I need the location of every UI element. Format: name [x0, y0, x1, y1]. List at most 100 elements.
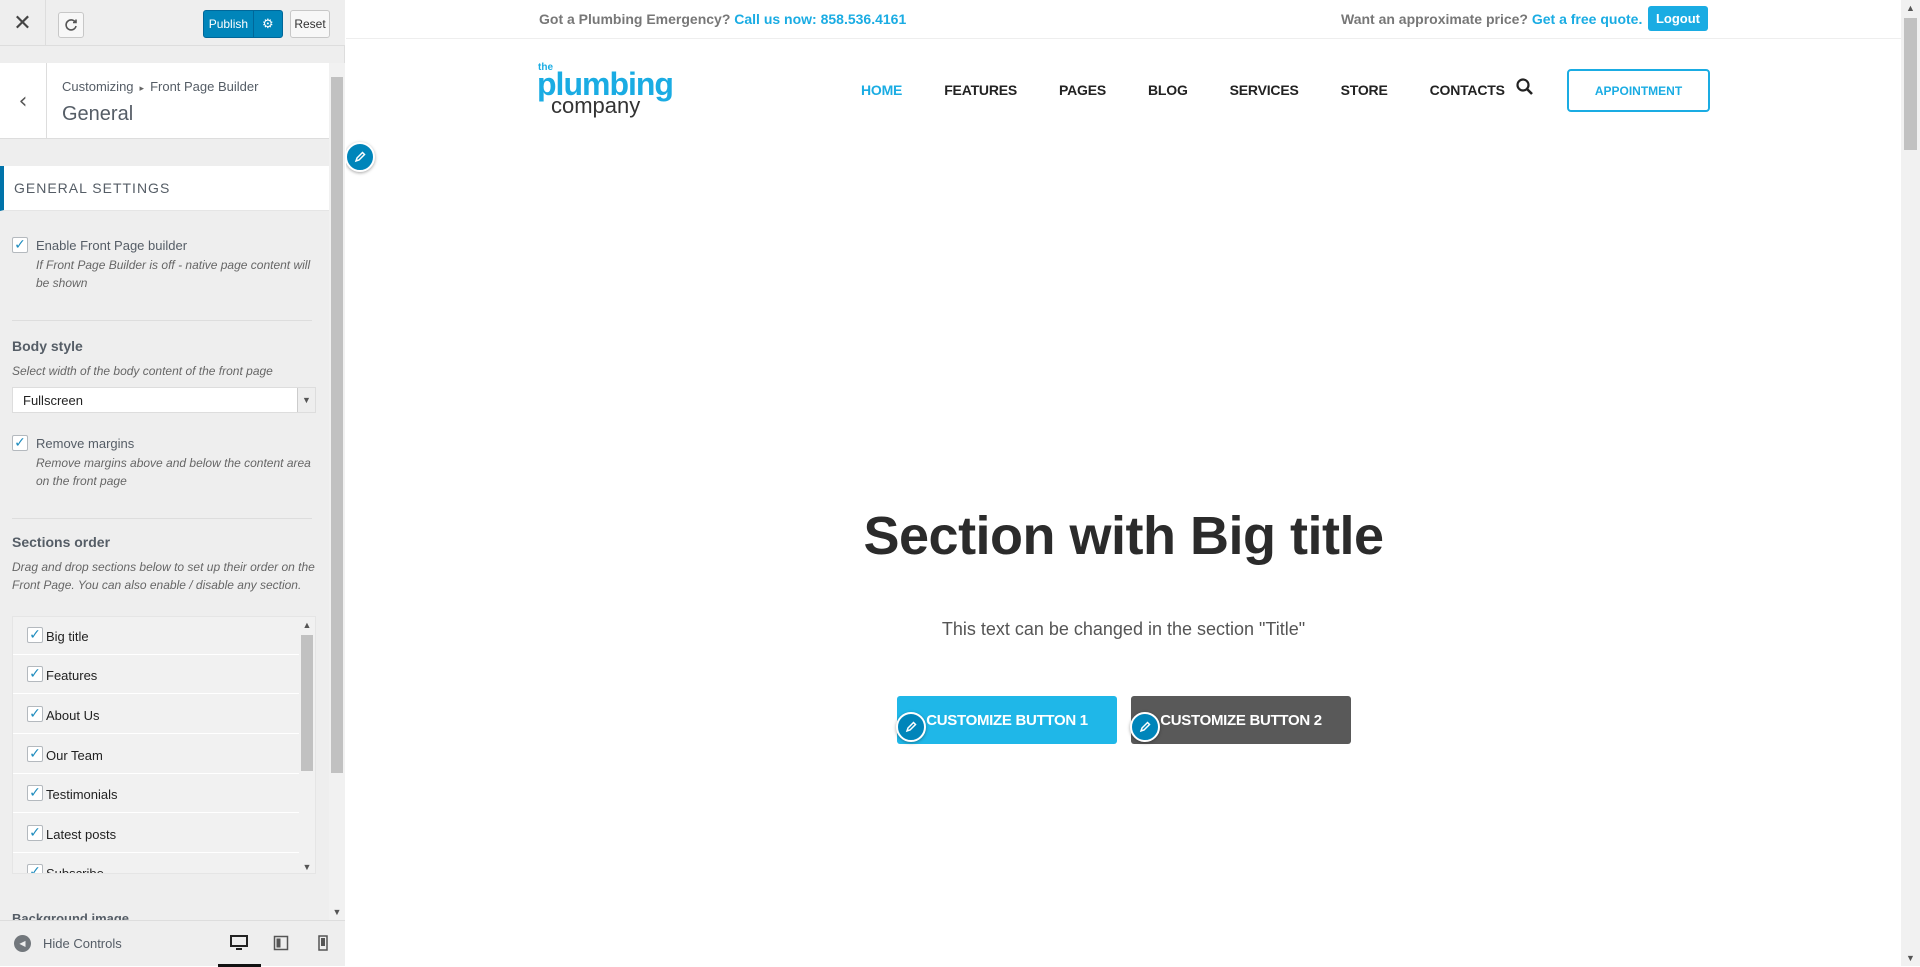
section-title-bar: ‹ Customizing ▸ Front Page Builder General: [0, 63, 329, 139]
tablet-icon[interactable]: [271, 933, 291, 953]
list-item[interactable]: ✓ Big title: [13, 617, 299, 655]
scroll-up-icon[interactable]: ▲: [1901, 0, 1920, 16]
scroll-up-icon[interactable]: ▲: [299, 617, 315, 633]
scroll-down-icon[interactable]: ▼: [329, 904, 345, 920]
quote-info: Want an approximate price? Get a free qu…: [1341, 11, 1642, 27]
refresh-icon[interactable]: [58, 12, 84, 38]
breadcrumb-separator: ▸: [139, 83, 145, 93]
customizer-footer: ◀ Hide Controls: [0, 920, 345, 967]
list-scrollbar-thumb[interactable]: [301, 635, 313, 771]
remove-margins-label: Remove margins: [36, 436, 135, 451]
section-checkbox[interactable]: ✓: [27, 785, 43, 801]
list-item[interactable]: ✓ About Us: [13, 696, 299, 734]
customizer-sidebar: ✕ Publish ⚙ Reset ‹ Customizing ▸ Front Pa…: [0, 0, 345, 967]
nav-contacts[interactable]: CONTACTS: [1430, 82, 1505, 102]
section-checkbox[interactable]: ✓: [27, 864, 43, 873]
reset-button[interactable]: Reset: [290, 10, 330, 38]
top-bar: Got a Plumbing Emergency? Call us now: 8…: [346, 0, 1901, 39]
logo-company: company: [551, 93, 641, 118]
emergency-text: Got a Plumbing Emergency?: [539, 11, 731, 27]
remove-margins-checkbox[interactable]: ✓: [12, 435, 28, 451]
scroll-down-icon[interactable]: ▼: [1901, 950, 1920, 966]
section-label: Features: [46, 668, 98, 683]
close-icon[interactable]: ✕: [0, 0, 46, 46]
controls-panel: GENERAL SETTINGS ✓ Enable Front Page bui…: [0, 140, 329, 920]
chevron-down-icon[interactable]: ▼: [297, 388, 315, 412]
section-heading: General: [62, 103, 134, 125]
nav-store[interactable]: STORE: [1341, 82, 1388, 102]
section-label: Subscribe: [46, 866, 104, 874]
hide-controls-button[interactable]: ◀ Hide Controls: [14, 935, 122, 952]
general-settings-header: GENERAL SETTINGS: [0, 166, 329, 211]
breadcrumb-parent: Front Page Builder: [150, 79, 259, 94]
body-style-select[interactable]: Fullscreen ▼: [12, 387, 316, 413]
section-checkbox[interactable]: ✓: [27, 666, 43, 682]
list-item[interactable]: ✓ Our Team: [13, 736, 299, 774]
preview-scrollbar-thumb[interactable]: [1904, 18, 1917, 150]
sections-order-description: Drag and drop sections below to set up t…: [12, 560, 315, 592]
enable-builder-checkbox[interactable]: ✓: [12, 237, 28, 253]
body-style-value[interactable]: Fullscreen: [23, 393, 83, 408]
edit-pencil-icon[interactable]: [896, 712, 926, 742]
edit-pencil-icon[interactable]: [346, 142, 375, 172]
list-scrollbar[interactable]: ▲ ▼: [299, 617, 315, 873]
edit-pencil-icon[interactable]: [1130, 712, 1160, 742]
publish-label[interactable]: Publish: [204, 11, 253, 37]
section-checkbox[interactable]: ✓: [27, 627, 43, 643]
nav-pages[interactable]: PAGES: [1059, 82, 1106, 102]
preview-scrollbar[interactable]: ▲ ▼: [1901, 0, 1920, 966]
publish-button[interactable]: Publish ⚙: [203, 10, 283, 38]
logout-button[interactable]: Logout: [1648, 6, 1708, 31]
desktop-icon[interactable]: [229, 933, 249, 953]
remove-margins-description: Remove margins above and below the conte…: [36, 456, 311, 488]
section-label: About Us: [46, 708, 100, 723]
section-checkbox[interactable]: ✓: [27, 706, 43, 722]
hide-controls-label[interactable]: Hide Controls: [43, 936, 122, 951]
section-label: Testimonials: [46, 787, 118, 802]
phone-link[interactable]: Call us now: 858.536.4161: [734, 11, 906, 27]
list-item[interactable]: ✓ Testimonials: [13, 775, 299, 813]
section-checkbox[interactable]: ✓: [27, 746, 43, 762]
gear-icon[interactable]: ⚙: [252, 11, 282, 37]
site-logo[interactable]: the plumbing company: [537, 60, 677, 120]
enable-builder-description: If Front Page Builder is off - native pa…: [36, 258, 311, 290]
price-text: Want an approximate price?: [1341, 11, 1528, 27]
appointment-button[interactable]: APPOINTMENT: [1567, 69, 1710, 112]
sections-order-title: Sections order: [12, 534, 111, 550]
list-item[interactable]: ✓ Latest posts: [13, 815, 299, 853]
panel-scrollbar-thumb[interactable]: [331, 77, 343, 773]
hero-title: Section with Big title: [863, 506, 1384, 566]
list-item[interactable]: ✓ Features: [13, 656, 299, 694]
section-label: Latest posts: [46, 827, 117, 842]
breadcrumb-root: Customizing: [62, 79, 134, 94]
body-style-description: Select width of the body content of the …: [12, 364, 273, 378]
main-nav: HOME FEATURES PAGES BLOG SERVICES STORE …: [861, 82, 1547, 102]
emergency-info: Got a Plumbing Emergency? Call us now: 8…: [539, 11, 906, 27]
body-style-title: Body style: [12, 338, 83, 354]
search-icon[interactable]: [1516, 78, 1536, 100]
customize-button-1[interactable]: CUSTOMIZE BUTTON 1: [897, 696, 1117, 744]
back-arrow-icon[interactable]: ‹: [0, 63, 47, 139]
breadcrumb: Customizing ▸ Front Page Builder: [62, 79, 258, 94]
divider: [12, 320, 312, 321]
scroll-down-icon[interactable]: ▼: [299, 859, 315, 873]
section-label: Our Team: [46, 748, 103, 763]
panel-scrollbar[interactable]: ▼: [329, 63, 345, 920]
list-item[interactable]: ✓ Subscribe: [13, 854, 299, 874]
nav-blog[interactable]: BLOG: [1148, 82, 1188, 102]
quote-link[interactable]: Get a free quote.: [1532, 11, 1642, 27]
nav-services[interactable]: SERVICES: [1230, 82, 1299, 102]
divider: [12, 518, 312, 519]
mobile-icon[interactable]: [313, 933, 333, 953]
hero-text: This text can be changed in the section …: [941, 619, 1306, 639]
collapse-arrow-icon[interactable]: ◀: [14, 935, 31, 952]
customize-button-2[interactable]: CUSTOMIZE BUTTON 2: [1131, 696, 1351, 744]
section-checkbox[interactable]: ✓: [27, 825, 43, 841]
customizer-header: ✕ Publish ⚙ Reset: [0, 0, 345, 46]
site-preview: Got a Plumbing Emergency? Call us now: 8…: [346, 0, 1920, 966]
sections-order-list[interactable]: ✓ Big title ✓ Features ✓ About Us ✓ Our …: [12, 616, 316, 874]
nav-home[interactable]: HOME: [861, 82, 902, 102]
nav-features[interactable]: FEATURES: [944, 82, 1017, 102]
enable-builder-label: Enable Front Page builder: [36, 238, 188, 253]
section-label: Big title: [46, 629, 89, 644]
